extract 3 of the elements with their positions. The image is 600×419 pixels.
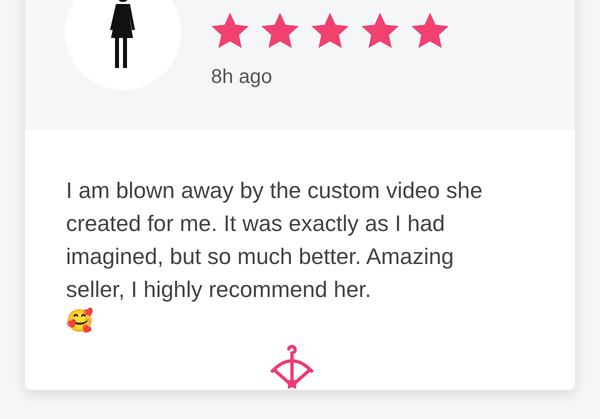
review-text: I am blown away by the custom video she created for me. It was exactly as I had imagined, but so much better. Amazing seller, I highly recommend her. — [66, 177, 484, 304]
emoji: 🥰 — [66, 306, 93, 335]
review-time: 8h ago — [211, 66, 274, 89]
